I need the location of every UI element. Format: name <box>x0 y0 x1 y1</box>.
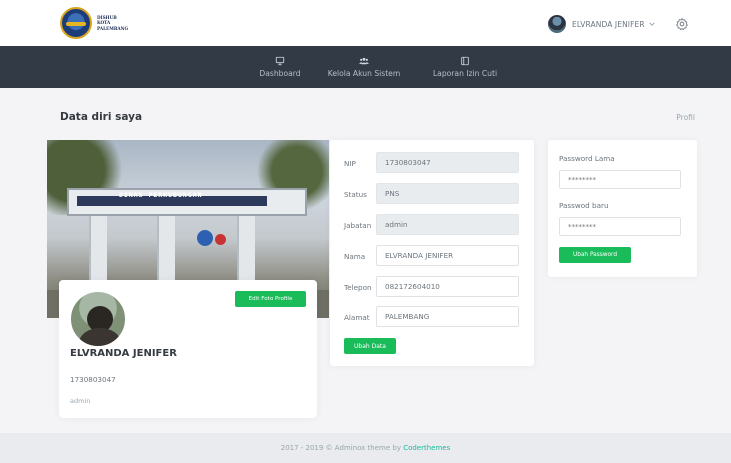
user-menu[interactable]: ELVRANDA JENIFER <box>548 14 656 34</box>
nav-laporan-izin-cuti[interactable]: Laporan Izin Cuti <box>425 46 505 88</box>
form-row-telepon: Telepon <box>344 276 524 298</box>
update-data-button[interactable]: Ubah Data <box>344 338 396 354</box>
status-field[interactable] <box>376 183 519 204</box>
breadcrumb[interactable]: Profil <box>676 113 695 122</box>
monitor-icon <box>275 56 285 66</box>
photo-traffic-sign <box>197 230 213 246</box>
logo-line-3: PALEMBANG <box>97 25 129 31</box>
profile-name: ELVRANDA JENIFER <box>70 348 177 359</box>
alamat-label: Alamat <box>344 312 370 322</box>
jabatan-label: Jabatan <box>344 220 372 230</box>
profile-role: admin <box>70 397 91 405</box>
profile-nip: 1730803047 <box>70 375 116 384</box>
old-password-input[interactable] <box>559 170 681 189</box>
topbar: DISHUB KOTA PALEMBANG ELVRANDA JENIFER <box>0 0 731 46</box>
footer: 2017 - 2019 © Adminox theme by Coderthem… <box>0 433 731 463</box>
telepon-label: Telepon <box>344 282 372 292</box>
alamat-field[interactable] <box>376 306 519 327</box>
main-navbar: Dashboard Kelola Akun Sistem Laporan Izi… <box>0 46 731 88</box>
edit-photo-button[interactable]: Edit Foto Profile <box>235 291 306 307</box>
personal-data-form: NIP Status Jabatan Nama Telepon Alamat U… <box>330 140 534 366</box>
jabatan-field[interactable] <box>376 214 519 235</box>
logo-text: DISHUB KOTA PALEMBANG <box>97 15 128 31</box>
nama-field[interactable] <box>376 245 519 266</box>
nip-label: NIP <box>344 158 356 168</box>
profile-card: Edit Foto Profile ELVRANDA JENIFER 17308… <box>59 280 317 418</box>
telepon-field[interactable] <box>376 276 519 297</box>
photo-sign-text: DINAS PERHUBUNGAN <box>119 191 203 199</box>
nav-dashboard[interactable]: Dashboard <box>252 46 308 88</box>
nav-label: Kelola Akun Sistem <box>327 69 401 78</box>
form-row-nama: Nama <box>344 245 524 267</box>
nav-label: Laporan Izin Cuti <box>432 69 498 78</box>
nama-label: Nama <box>344 251 366 261</box>
change-password-button[interactable]: Ubah Password <box>559 247 631 263</box>
nip-field[interactable] <box>376 152 519 173</box>
nav-label: Dashboard <box>259 69 301 78</box>
new-password-input[interactable] <box>559 217 681 236</box>
new-password-label: Passwod baru <box>559 201 609 210</box>
profile-avatar <box>69 290 127 348</box>
status-label: Status <box>344 189 367 199</box>
form-row-nip: NIP <box>344 152 524 174</box>
avatar <box>548 15 566 33</box>
nav-kelola-akun[interactable]: Kelola Akun Sistem <box>320 46 408 88</box>
form-row-jabatan: Jabatan <box>344 214 524 236</box>
password-card: Password Lama Passwod baru Ubah Password <box>548 140 697 277</box>
page-title: Data diri saya <box>60 111 143 123</box>
old-password-label: Password Lama <box>559 154 615 163</box>
users-icon <box>359 57 369 65</box>
chevron-down-icon <box>648 22 655 26</box>
form-row-status: Status <box>344 183 524 205</box>
book-icon <box>461 56 469 66</box>
footer-text: 2017 - 2019 © Adminox theme by <box>280 444 404 452</box>
dishub-logo[interactable]: DISHUB KOTA PALEMBANG <box>60 7 128 39</box>
gear-icon[interactable] <box>675 17 689 31</box>
dishub-emblem-icon <box>60 7 92 39</box>
form-row-alamat: Alamat <box>344 306 524 328</box>
photo-traffic-sign <box>215 234 226 245</box>
user-name: ELVRANDA JENIFER <box>572 19 645 29</box>
footer-link[interactable]: Coderthemes <box>403 444 450 452</box>
